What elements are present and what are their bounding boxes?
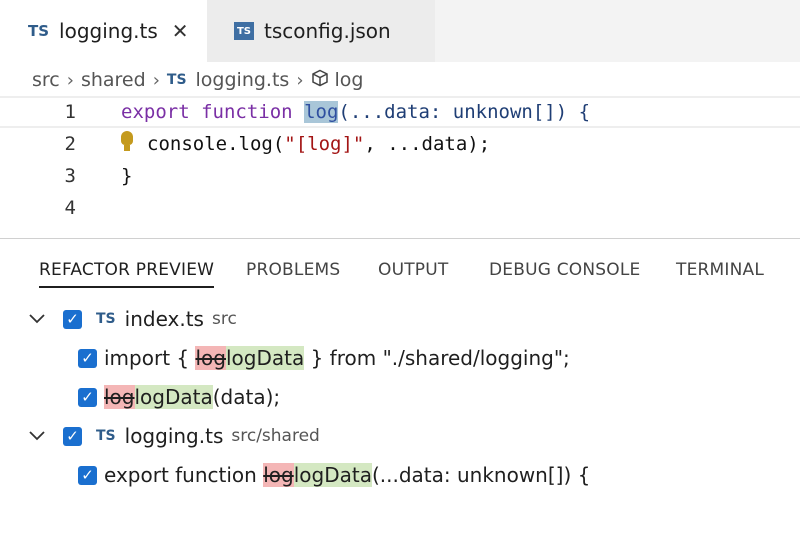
tab-label: tsconfig.json [264, 19, 391, 43]
chevron-down-icon[interactable] [28, 309, 46, 330]
tab-logging-ts[interactable]: TS logging.ts ✕ [0, 0, 207, 62]
checkbox-checked-icon[interactable]: ✓ [63, 426, 82, 446]
code-line[interactable]: 4 [0, 192, 800, 224]
typescript-file-icon: TS [96, 428, 116, 444]
code-editor[interactable]: 1 export function log(...data: unknown[]… [0, 96, 800, 236]
change-text: loglogData(data); [104, 385, 281, 409]
code-line[interactable]: 1 export function log(...data: unknown[]… [0, 96, 800, 128]
file-path: src/shared [231, 426, 320, 446]
line-number: 2 [64, 133, 76, 155]
file-path: src [211, 309, 237, 329]
file-name: logging.ts [124, 424, 224, 448]
panel-tab-bar: REFACTOR PREVIEW PROBLEMS OUTPUT DEBUG C… [0, 250, 800, 290]
file-name: index.ts [124, 307, 204, 331]
refactor-change-row[interactable]: ✓ export function loglogData(...data: un… [78, 458, 590, 492]
change-text: import { loglogData } from "./shared/log… [104, 346, 570, 370]
breadcrumb-file[interactable]: logging.ts [196, 69, 290, 91]
line-number: 1 [64, 101, 76, 123]
tab-tsconfig-json[interactable]: TS tsconfig.json [207, 0, 435, 62]
typescript-file-icon: TS [28, 22, 50, 40]
checkbox-checked-icon[interactable]: ✓ [78, 348, 97, 368]
change-text: export function loglogData(...data: unkn… [104, 463, 591, 487]
breadcrumb: src › shared › TS logging.ts › log [32, 64, 364, 96]
refactor-file-row[interactable]: ✓ TS index.ts src [0, 302, 800, 336]
line-number: 4 [64, 197, 76, 219]
tab-problems[interactable]: PROBLEMS [246, 260, 340, 280]
typescript-file-icon: TS [166, 72, 187, 88]
chevron-right-icon: › [152, 69, 160, 91]
code-content: export function log(...data: unknown[]) … [121, 101, 591, 123]
tab-debug-console[interactable]: DEBUG CONSOLE [489, 260, 640, 280]
editor-tab-bar: TS logging.ts ✕ TS tsconfig.json [0, 0, 800, 62]
inserted-text: logData [293, 463, 372, 487]
method-cube-icon [311, 69, 329, 92]
code-line[interactable]: 3 } [0, 160, 800, 192]
tab-refactor-preview[interactable]: REFACTOR PREVIEW [39, 260, 215, 288]
tab-terminal[interactable]: TERMINAL [676, 260, 764, 280]
checkbox-checked-icon[interactable]: ✓ [78, 465, 97, 485]
checkbox-checked-icon[interactable]: ✓ [63, 309, 82, 329]
breadcrumb-folder-src[interactable]: src [32, 69, 60, 91]
line-number: 3 [64, 165, 76, 187]
typescript-file-icon: TS [96, 311, 116, 327]
typescript-config-icon: TS [234, 22, 254, 40]
inserted-text: logData [134, 385, 213, 409]
chevron-right-icon: › [66, 69, 74, 91]
breadcrumb-symbol[interactable]: log [335, 69, 364, 91]
panel-divider[interactable] [0, 238, 800, 239]
lightbulb-icon[interactable] [121, 131, 133, 153]
checkbox-checked-icon[interactable]: ✓ [78, 387, 97, 407]
deleted-text: log [263, 463, 294, 487]
refactor-change-row[interactable]: ✓ import { loglogData } from "./shared/l… [78, 341, 570, 375]
code-line[interactable]: 2 console.log("[log]", ...data); [0, 128, 800, 160]
breadcrumb-folder-shared[interactable]: shared [81, 69, 146, 91]
chevron-right-icon: › [296, 69, 304, 91]
code-content: } [121, 165, 133, 187]
refactor-file-row[interactable]: ✓ TS logging.ts src/shared [0, 419, 800, 453]
close-icon[interactable]: ✕ [172, 19, 189, 43]
refactor-change-row[interactable]: ✓ loglogData(data); [78, 380, 280, 414]
chevron-down-icon[interactable] [28, 426, 46, 447]
deleted-text: log [104, 385, 135, 409]
function-name-highlight: log [304, 101, 339, 123]
code-content: console.log("[log]", ...data); [147, 133, 491, 155]
tab-label: logging.ts [59, 19, 158, 43]
deleted-text: log [195, 346, 226, 370]
tab-output[interactable]: OUTPUT [378, 260, 449, 280]
inserted-text: logData [225, 346, 305, 370]
